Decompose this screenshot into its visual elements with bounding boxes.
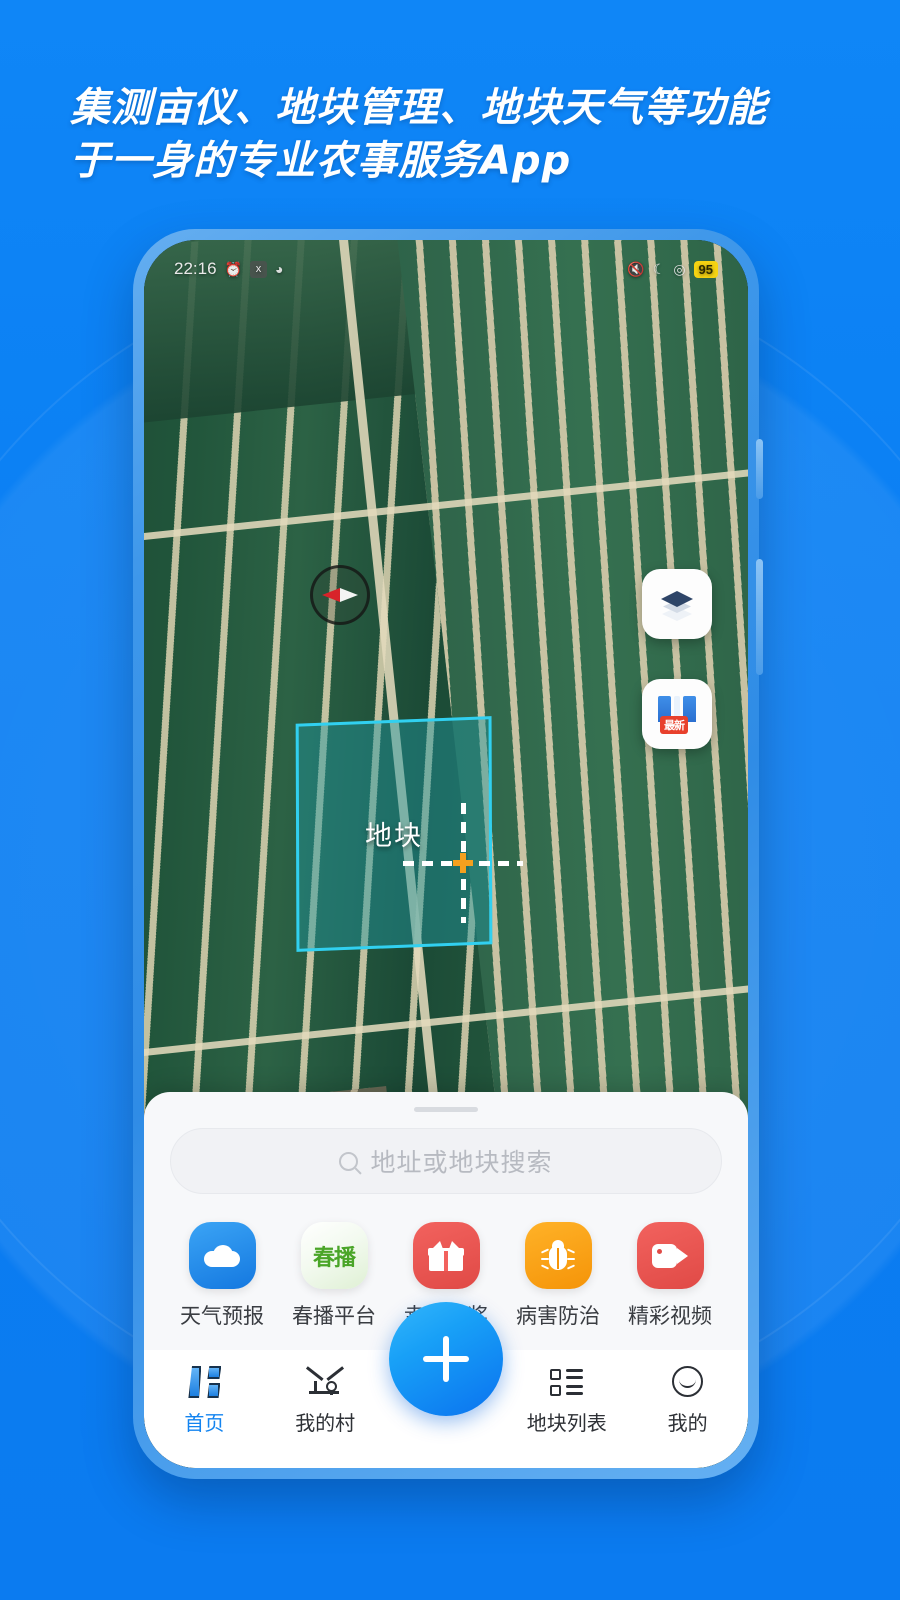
alarm-icon: ⏰ bbox=[224, 260, 242, 277]
headline-line-1: 集测亩仪、地块管理、地块天气等功能 bbox=[70, 85, 767, 131]
chunbo-logo-icon: 春播 bbox=[300, 1222, 368, 1289]
home-icon bbox=[185, 1364, 223, 1400]
nav-label: 我的村 bbox=[295, 1411, 356, 1435]
status-bar-left: 22:16 ⏰ x ◕ bbox=[174, 259, 283, 279]
layers-icon bbox=[657, 588, 697, 620]
page-title: 集测亩仪、地块管理、地块天气等功能 于一身的专业农事服务App bbox=[70, 82, 850, 188]
nav-label: 我的 bbox=[667, 1411, 708, 1435]
nav-item-village[interactable]: 我的村 bbox=[265, 1364, 386, 1436]
profile-icon bbox=[669, 1364, 707, 1400]
phone-power-button bbox=[756, 559, 763, 675]
nav-item-home[interactable]: 首页 bbox=[144, 1364, 265, 1436]
shortcut-label: 春播平台 bbox=[292, 1304, 376, 1328]
cloud-icon bbox=[188, 1222, 256, 1289]
shortcut-pest[interactable]: 病害防治 bbox=[514, 1222, 602, 1330]
village-icon bbox=[306, 1364, 344, 1400]
news-badge: 最新 bbox=[660, 716, 688, 734]
wifi-icon: ◕ bbox=[274, 261, 284, 277]
compass-needle bbox=[322, 588, 358, 602]
add-parcel-fab[interactable] bbox=[389, 1302, 503, 1416]
nav-item-profile[interactable]: 我的 bbox=[627, 1364, 748, 1436]
phone-screen-frame: 22:16 ⏰ x ◕ 🔇 ☾ ◎ 95 最新 地块 地址或地块搜索 天气预报 … bbox=[144, 240, 748, 1468]
list-icon bbox=[548, 1364, 586, 1400]
location-icon: ◎ bbox=[673, 260, 686, 277]
shortcut-label: 精彩视频 bbox=[628, 1304, 712, 1328]
search-placeholder: 地址或地块搜索 bbox=[370, 1148, 553, 1177]
shortcut-video[interactable]: 精彩视频 bbox=[626, 1222, 714, 1330]
bug-icon bbox=[524, 1222, 592, 1289]
close-icon: x bbox=[249, 260, 267, 278]
video-icon bbox=[636, 1222, 704, 1289]
plus-icon bbox=[423, 1336, 469, 1382]
sheet-drag-handle[interactable] bbox=[414, 1107, 478, 1112]
compass-icon[interactable] bbox=[310, 565, 370, 625]
search-input[interactable]: 地址或地块搜索 bbox=[170, 1128, 722, 1194]
phone-volume-button bbox=[756, 439, 763, 499]
nav-label: 首页 bbox=[184, 1411, 225, 1435]
shortcut-label: 天气预报 bbox=[180, 1304, 264, 1328]
nav-label: 地块列表 bbox=[526, 1411, 607, 1435]
battery-level: 95 bbox=[693, 260, 718, 278]
map-news-button[interactable]: 最新 bbox=[642, 679, 712, 749]
phone-mockup: 22:16 ⏰ x ◕ 🔇 ☾ ◎ 95 最新 地块 地址或地块搜索 天气预报 … bbox=[133, 229, 763, 1479]
status-time: 22:16 bbox=[174, 259, 217, 278]
app-screen: 22:16 ⏰ x ◕ 🔇 ☾ ◎ 95 最新 地块 地址或地块搜索 天气预报 … bbox=[144, 240, 748, 1468]
mute-icon: 🔇 bbox=[627, 260, 645, 277]
status-bar-right: 🔇 ☾ ◎ 95 bbox=[627, 260, 718, 278]
moon-icon: ☾ bbox=[652, 260, 666, 277]
chunbo-text: 春播 bbox=[312, 1245, 356, 1271]
headline-line-2: 于一身的专业农事服务App bbox=[70, 138, 572, 184]
status-bar: 22:16 ⏰ x ◕ 🔇 ☾ ◎ 95 bbox=[144, 240, 748, 298]
search-icon bbox=[339, 1151, 359, 1171]
map-layers-button[interactable] bbox=[642, 569, 712, 639]
shortcut-chunbo[interactable]: 春播 春播平台 bbox=[290, 1222, 378, 1330]
crosshair-icon bbox=[403, 803, 523, 923]
gift-icon bbox=[412, 1222, 480, 1289]
nav-item-parcel-list[interactable]: 地块列表 bbox=[506, 1364, 627, 1436]
shortcut-label: 病害防治 bbox=[516, 1304, 600, 1328]
book-icon: 最新 bbox=[656, 694, 698, 734]
shortcut-weather[interactable]: 天气预报 bbox=[178, 1222, 266, 1330]
